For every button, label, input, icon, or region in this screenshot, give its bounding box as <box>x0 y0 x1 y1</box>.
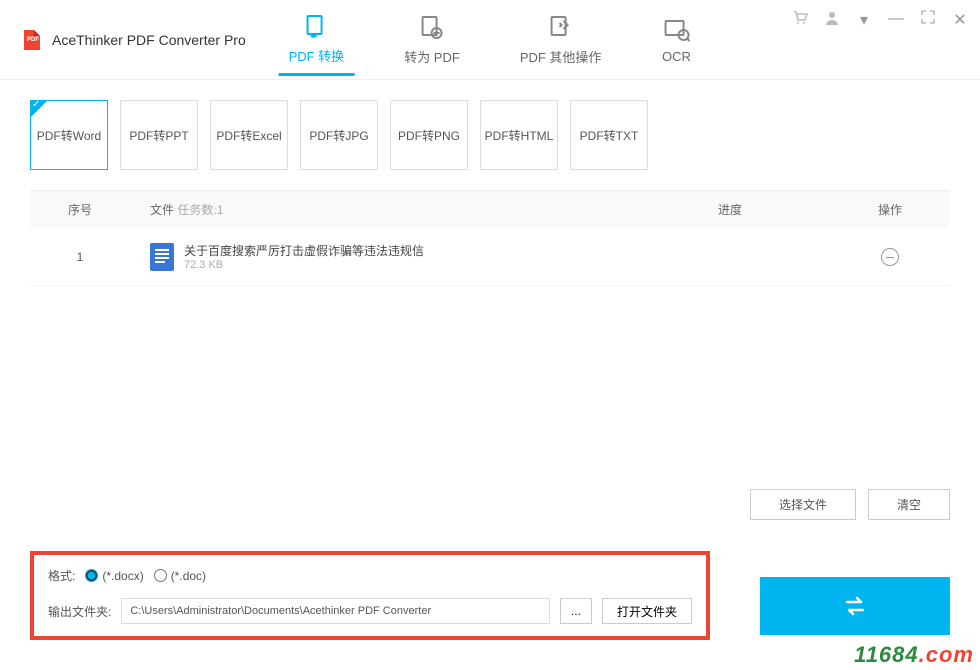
tab-label: 转为 PDF <box>404 47 460 66</box>
header-file-label: 文件 <box>150 203 174 217</box>
app-title: AceThinker PDF Converter Pro <box>52 32 246 48</box>
tab-pdf-convert[interactable]: PDF 转换 <box>279 4 355 76</box>
file-table: 序号 文件 任务数:1 进度 操作 1 关于百度搜索严厉打击虚假诈骗等违法违规信… <box>30 190 950 286</box>
watermark-suffix: .com <box>919 642 974 667</box>
watermark-text: 11684 <box>854 642 919 667</box>
watermark: 11684.com <box>854 642 974 668</box>
format-row: 格式: (*.docx) (*.doc) <box>48 567 692 584</box>
header-progress: 进度 <box>630 201 830 218</box>
radio-doc-input[interactable] <box>154 569 167 582</box>
convert-arrows-icon <box>839 590 871 622</box>
row-index: 1 <box>30 250 130 264</box>
format-label: PDF转Excel <box>216 127 281 144</box>
format-pdf-to-txt[interactable]: PDF转TXT <box>570 100 648 170</box>
task-count: 任务数:1 <box>177 203 223 217</box>
user-icon[interactable] <box>822 10 842 31</box>
format-grid: PDF转Word PDF转PPT PDF转Excel PDF转JPG PDF转P… <box>0 80 980 190</box>
app-logo-wrap: PDF AceThinker PDF Converter Pro <box>20 28 246 52</box>
format-pdf-to-jpg[interactable]: PDF转JPG <box>300 100 378 170</box>
app-logo-icon: PDF <box>20 28 44 52</box>
output-folder-input[interactable] <box>121 598 550 624</box>
output-settings-box: 格式: (*.docx) (*.doc) 输出文件夹: ... 打开文件夹 <box>30 551 710 640</box>
radio-docx-input[interactable] <box>85 569 98 582</box>
pdf-other-icon <box>546 13 576 43</box>
window-controls: ▾ — ✕ <box>790 10 970 31</box>
tab-label: OCR <box>662 49 691 64</box>
tab-to-pdf[interactable]: 转为 PDF <box>394 5 470 74</box>
table-row: 1 关于百度搜索严厉打击虚假诈骗等违法违规信 72.3 KB <box>30 228 950 286</box>
remove-file-button[interactable] <box>881 248 899 266</box>
maximize-icon[interactable] <box>918 10 938 31</box>
format-label: 格式: <box>48 567 75 584</box>
format-label: PDF转HTML <box>485 127 554 144</box>
folder-label: 输出文件夹: <box>48 603 111 620</box>
titlebar: PDF AceThinker PDF Converter Pro PDF 转换 … <box>0 0 980 80</box>
format-pdf-to-excel[interactable]: PDF转Excel <box>210 100 288 170</box>
radio-doc-label: (*.doc) <box>171 569 206 583</box>
open-folder-button[interactable]: 打开文件夹 <box>602 598 692 624</box>
cart-icon[interactable] <box>790 10 810 31</box>
header-file: 文件 任务数:1 <box>130 201 630 218</box>
to-pdf-icon <box>417 13 447 43</box>
format-label: PDF转PNG <box>398 127 460 144</box>
format-pdf-to-png[interactable]: PDF转PNG <box>390 100 468 170</box>
tab-label: PDF 转换 <box>289 46 345 65</box>
format-label: PDF转Word <box>37 127 101 144</box>
clear-button[interactable]: 清空 <box>868 489 950 520</box>
minimize-icon[interactable]: — <box>886 10 906 31</box>
tab-pdf-other[interactable]: PDF 其他操作 <box>510 5 612 74</box>
convert-button[interactable] <box>760 577 950 635</box>
format-pdf-to-ppt[interactable]: PDF转PPT <box>120 100 198 170</box>
close-icon[interactable]: ✕ <box>950 10 970 31</box>
format-pdf-to-html[interactable]: PDF转HTML <box>480 100 558 170</box>
convert-icon <box>301 12 331 42</box>
header-index: 序号 <box>30 201 130 218</box>
mid-actions: 选择文件 清空 <box>750 489 950 520</box>
dropdown-icon[interactable]: ▾ <box>854 10 874 31</box>
format-label: PDF转JPG <box>309 127 368 144</box>
folder-row: 输出文件夹: ... 打开文件夹 <box>48 598 692 624</box>
ocr-icon <box>661 15 691 45</box>
file-meta: 关于百度搜索严厉打击虚假诈骗等违法违规信 72.3 KB <box>184 242 424 271</box>
svg-text:PDF: PDF <box>27 37 39 43</box>
file-cell: 关于百度搜索严厉打击虚假诈骗等违法违规信 72.3 KB <box>130 242 630 271</box>
top-nav: PDF 转换 转为 PDF PDF 其他操作 OCR <box>279 0 702 79</box>
radio-docx[interactable]: (*.docx) <box>85 569 143 583</box>
radio-doc[interactable]: (*.doc) <box>154 569 206 583</box>
row-op <box>830 247 950 267</box>
tab-label: PDF 其他操作 <box>520 47 602 66</box>
tab-ocr[interactable]: OCR <box>651 7 701 72</box>
radio-docx-label: (*.docx) <box>102 569 143 583</box>
header-op: 操作 <box>830 201 950 218</box>
format-pdf-to-word[interactable]: PDF转Word <box>30 100 108 170</box>
word-file-icon <box>150 243 174 271</box>
file-name: 关于百度搜索严厉打击虚假诈骗等违法违规信 <box>184 242 424 259</box>
table-header: 序号 文件 任务数:1 进度 操作 <box>30 191 950 228</box>
format-label: PDF转TXT <box>580 127 639 144</box>
file-size: 72.3 KB <box>184 259 424 271</box>
select-file-button[interactable]: 选择文件 <box>750 489 856 520</box>
browse-button[interactable]: ... <box>560 598 592 624</box>
format-label: PDF转PPT <box>129 127 188 144</box>
